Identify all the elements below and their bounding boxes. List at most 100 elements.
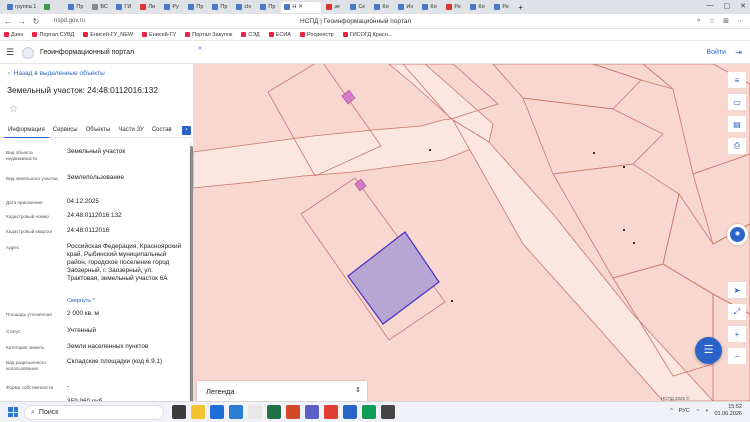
file-explorer-icon[interactable] [191,405,205,419]
geolocation-icon[interactable]: ➤ [728,282,746,298]
browser-tab[interactable]: Пр [209,2,231,13]
browser-tab[interactable]: Пр [185,2,207,13]
building[interactable] [341,89,356,105]
browser-tab[interactable]: Н ✕ [281,1,322,13]
property-label: Вид разрешенного использования [6,360,46,371]
chat-icon[interactable]: ☰ [695,337,722,364]
map-canvas[interactable] [193,64,750,401]
bookmark-item[interactable]: Енисей-ГУ_NEW [83,32,133,38]
favorite-star-icon[interactable]: ☆ [9,104,18,115]
bookmark-item[interactable]: Портал СУВД [32,32,74,38]
wifi-icon[interactable]: ◔ [696,408,699,414]
app-icon[interactable] [381,405,395,419]
info-tab[interactable]: Состав [148,124,176,138]
tab-favicon-icon [116,4,123,10]
zoom-icon[interactable]: ⌕ [697,17,701,25]
tray-chevron-icon[interactable]: ^ [670,408,673,414]
minimize-icon[interactable]: — [707,2,714,10]
url-field[interactable]: nspd.gov.ru [54,18,85,24]
browser-tab[interactable]: Ли [137,2,159,13]
property-value: 2 000 кв. м [67,310,99,317]
info-tab[interactable]: Сервисы [49,124,82,138]
browser-tab[interactable]: ВС [89,2,111,13]
legend-panel[interactable]: Легенда ⇕ [197,381,367,401]
maximize-icon[interactable]: ▢ [724,2,731,10]
fullscreen-icon[interactable]: ⤢ [728,304,746,320]
browser-tab[interactable]: группа 1 [4,2,39,13]
bookmark-item[interactable]: Дзен [4,32,23,38]
menu-dots-icon[interactable]: ⋯ [737,17,744,25]
bookmark-item[interactable]: Портал Закупок [185,32,232,38]
layers-icon[interactable]: ≡ [728,72,746,88]
bookmark-star-icon[interactable]: ☆ [709,17,715,25]
browser-tab[interactable]: Пр [65,2,87,13]
browser-tab[interactable]: clo [233,2,255,13]
reload-icon[interactable]: ↻ [32,17,40,26]
extensions-icon[interactable]: ⊞ [723,17,729,25]
close-tab-icon[interactable]: ✕ [298,4,303,10]
forward-arrow-icon[interactable]: → [18,17,26,26]
bookmark-item[interactable]: ГИСОГД Красн... [342,32,392,38]
back-to-selected-link[interactable]: ‹ Назад в выделенные объекты [8,70,105,77]
tab-favicon-icon [188,4,195,10]
collapse-address-link[interactable]: Свернуть ^ [67,298,95,304]
clock[interactable]: 15:52 01.06.2026 [714,404,742,418]
app-icon[interactable] [343,405,357,419]
browser-tab[interactable]: Ру [161,2,183,13]
new-tab-icon[interactable]: + [518,3,523,12]
browser-tab[interactable]: Ин [395,2,417,13]
property-label: Вид земельного участка [6,176,58,181]
info-tab[interactable]: Информация [4,124,49,138]
info-tab[interactable]: Части ЗУ [114,124,147,138]
excel-icon[interactable] [267,405,281,419]
browser-tab[interactable]: Ко [467,2,489,13]
browser-tab[interactable]: ГИ [113,2,135,13]
browser-tab[interactable]: Ре [491,2,513,13]
tabs-scroll-right-icon[interactable]: › [182,126,191,135]
back-arrow-icon[interactable]: ← [4,17,12,26]
zoom-in-icon[interactable]: + [728,326,746,342]
app-icon[interactable] [362,405,376,419]
logo[interactable] [22,46,34,59]
taskbar-search[interactable]: ⌕ Поиск [24,405,164,420]
bookmark-item[interactable]: ЕСИА [268,32,291,38]
browser-tab[interactable]: Ре [443,2,465,13]
browser-tab[interactable]: Ск [347,2,369,13]
bookmark-item[interactable]: Росреестр [299,32,334,38]
login-arrow-icon[interactable]: ⇥ [735,48,742,57]
bookmark-item[interactable]: Енисей-ГУ [142,32,176,38]
parcel[interactable] [492,64,642,110]
basemap-icon[interactable]: ▭ [728,94,746,110]
parcel[interactable] [522,97,664,175]
tab-label: Пр [268,4,276,10]
selected-parcel[interactable] [347,231,440,325]
app-icon[interactable] [248,405,262,419]
word-icon[interactable] [229,405,243,419]
browser-tab[interactable]: зе [323,2,345,13]
measure-icon[interactable]: ▤ [728,116,746,132]
browser-tab[interactable]: Ко [419,2,441,13]
volume-icon[interactable]: ◖ [705,408,708,414]
info-tab[interactable]: Объекты [82,124,115,138]
close-window-icon[interactable]: ✕ [740,2,746,10]
start-button[interactable] [8,407,18,417]
login-link[interactable]: Войти [706,49,726,56]
browser-tab[interactable]: Ко [371,2,393,13]
app-icon[interactable] [172,405,186,419]
browser-icon[interactable] [210,405,224,419]
collapse-panel-icon[interactable]: « [198,45,202,52]
hamburger-menu-icon[interactable]: ☰ [6,47,16,58]
browser-tab[interactable]: Пр [257,2,279,13]
zoom-out-icon[interactable]: − [728,348,746,364]
browser-tab[interactable] [41,2,63,13]
parcel[interactable] [592,64,674,90]
legend-expand-icon[interactable]: ⇕ [355,386,361,394]
lang-indicator[interactable]: РУС [679,408,690,414]
bookmark-favicon-icon [241,32,247,37]
bookmark-item[interactable]: СЭД [241,32,260,38]
app-icon[interactable] [324,405,338,419]
print-icon[interactable]: ⎙ [728,138,746,154]
services-icon[interactable]: ◉ [727,224,748,245]
app-icon[interactable] [286,405,300,419]
app-icon[interactable] [305,405,319,419]
